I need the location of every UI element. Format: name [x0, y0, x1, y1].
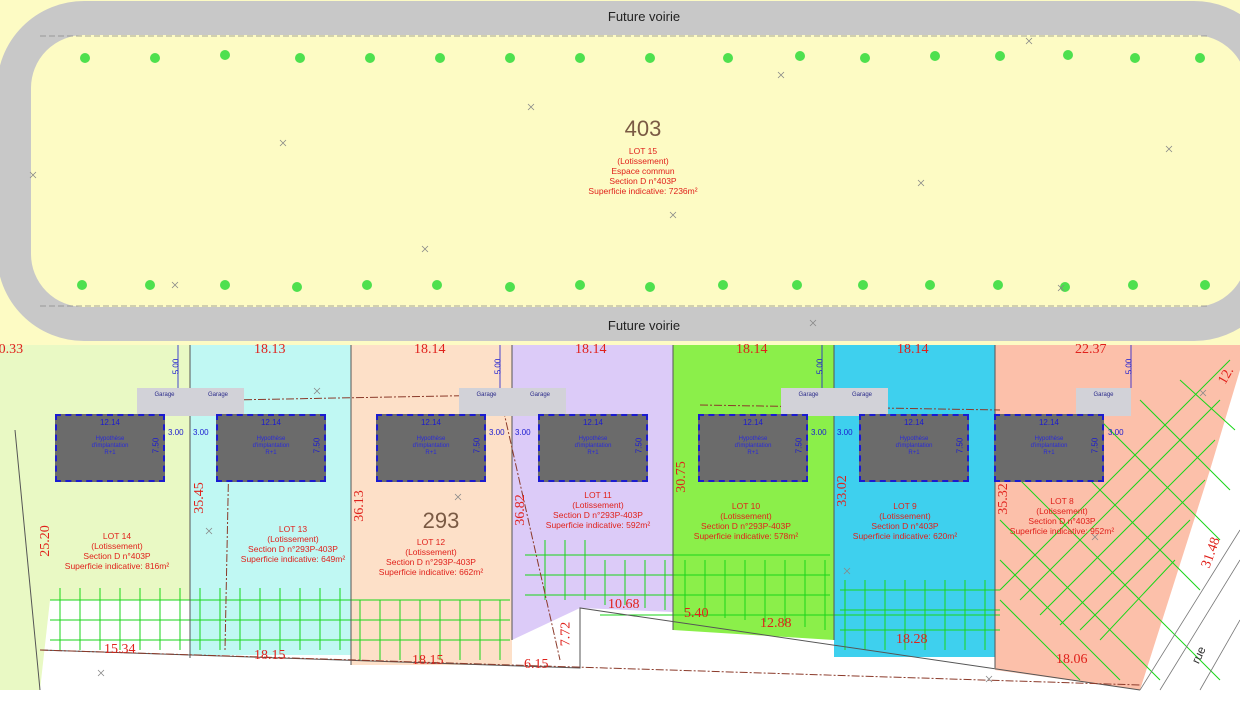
lot12-front-dim: 18.14 [414, 342, 446, 357]
bottom-dim-6-15: 6.15 [524, 657, 549, 672]
house-footprint-lot12: 12.14 Hypothèse d'implantation R+1 [376, 414, 486, 482]
house-depth-lot13: 7.50 [312, 437, 322, 454]
house-depth-lot12: 7.50 [472, 437, 482, 454]
garage-lot8: Garage [1076, 388, 1131, 416]
side-setback-lot14: 3.00 [168, 428, 184, 437]
lot10-label: LOT 10 (Lotissement) Section D n°293P-403P… [693, 501, 799, 541]
house-footprint-lot14: 12.14 Hypothèse d'implantation R+1 [55, 414, 165, 482]
lot9-front-dim: 18.14 [897, 342, 929, 357]
lot12-label: LOT 12 (Lotissement) Section D n°293P-403P… [378, 537, 484, 577]
road-label-bottom: Future voirie [607, 318, 681, 333]
bottom-dim-7-72: 7.72 [558, 621, 574, 647]
side-setback-lot13: 3.00 [193, 428, 209, 437]
house-depth-lot14: 7.50 [151, 437, 161, 454]
house-footprint-lot8: 12.14 Hypothèse d'implantation R+1 [994, 414, 1104, 482]
lot13-side-dim: 35.45 [191, 482, 207, 514]
bottom-dim-5-40: 5.40 [684, 606, 709, 621]
lot10-side-dim: 30.75 [673, 461, 689, 493]
garage-lot10: Garage [781, 388, 836, 416]
lot8-front-dim: 22.37 [1075, 342, 1107, 357]
bottom-dim-lot11: 10.68 [608, 597, 640, 612]
house-footprint-lot10: 12.14 Hypothèse d'implantation R+1 [698, 414, 808, 482]
lot11-front-dim: 18.14 [575, 342, 607, 357]
house-depth-lot9: 7.50 [955, 437, 965, 454]
bottom-dim-lot9: 18.28 [896, 632, 928, 647]
side-setback-lot9: 3.00 [837, 428, 853, 437]
garage-lot14: Garage [137, 388, 192, 416]
garage-lot13: Garage [192, 388, 244, 416]
garage-lot9: Garage [836, 388, 888, 416]
bottom-dim-lot8: 18.06 [1056, 652, 1088, 667]
lot12-side-dim: 36.13 [351, 490, 367, 522]
lot14-side-dim: 25.20 [37, 525, 53, 557]
lot11-label: LOT 11 (Lotissement) Section D n°293P-403P… [545, 490, 651, 530]
side-setback-lot10: 3.00 [811, 428, 827, 437]
side-setback-lot8: 3.00 [1108, 428, 1124, 437]
road-label-top: Future voirie [607, 9, 681, 24]
lot13-front-dim: 18.13 [254, 342, 286, 357]
lot9-label: LOT 9 (Lotissement) Section D n°403P Superf… [852, 501, 958, 541]
lot13-label: LOT 13 (Lotissement) Section D n°293P-403P… [240, 524, 346, 564]
bottom-dim-lot13: 18.15 [254, 648, 286, 663]
parcel-number-403: 403 [624, 116, 662, 141]
bottom-dim-lot12: 18.15 [412, 653, 444, 668]
house-depth-lot10: 7.50 [794, 437, 804, 454]
lot8-side-dim: 35.32 [995, 483, 1011, 515]
bottom-dim-lot14: 15.34 [104, 642, 136, 657]
lot10-front-dim: 18.14 [736, 342, 768, 357]
front-setback-lot8: 5.00 [1124, 358, 1134, 375]
house-depth-lot11: 7.50 [634, 437, 644, 454]
side-setback-lot12: 3.00 [489, 428, 505, 437]
parcel-number-293: 293 [422, 508, 460, 533]
lot14-front-dim: -0.33 [0, 342, 24, 357]
house-footprint-lot11: 12.14 Hypothèse d'implantation R+1 [538, 414, 648, 482]
front-setback-lot12: 5.00 [493, 358, 503, 375]
side-setback-lot11: 3.00 [515, 428, 531, 437]
lot8-label: LOT 8 (Lotissement) Section D n°403P Superf… [1009, 496, 1115, 536]
lot15-label: LOT 15 (Lotissement) Espace commun Secti… [588, 146, 698, 196]
garage-lot11: Garage [514, 388, 566, 416]
house-footprint-lot9: 12.14 Hypothèse d'implantation R+1 [859, 414, 969, 482]
garage-lot12: Garage [459, 388, 514, 416]
lot14-label: LOT 14 (Lotissement) Section D n°403P Super… [64, 531, 170, 571]
front-setback-lot14: 5.00 [171, 358, 181, 375]
lot9-side-dim: 33.02 [834, 475, 850, 507]
house-depth-lot8: 7.50 [1090, 437, 1100, 454]
lot11-side-dim: 36.82 [512, 494, 528, 526]
site-plan: Future voirie Future voirie rue 403 LOT … [0, 0, 1240, 720]
house-footprint-lot13: 12.14 Hypothèse d'implantation R+1 [216, 414, 326, 482]
bottom-dim-lot10: 12.88 [760, 616, 792, 631]
front-setback-lot10: 5.00 [815, 358, 825, 375]
